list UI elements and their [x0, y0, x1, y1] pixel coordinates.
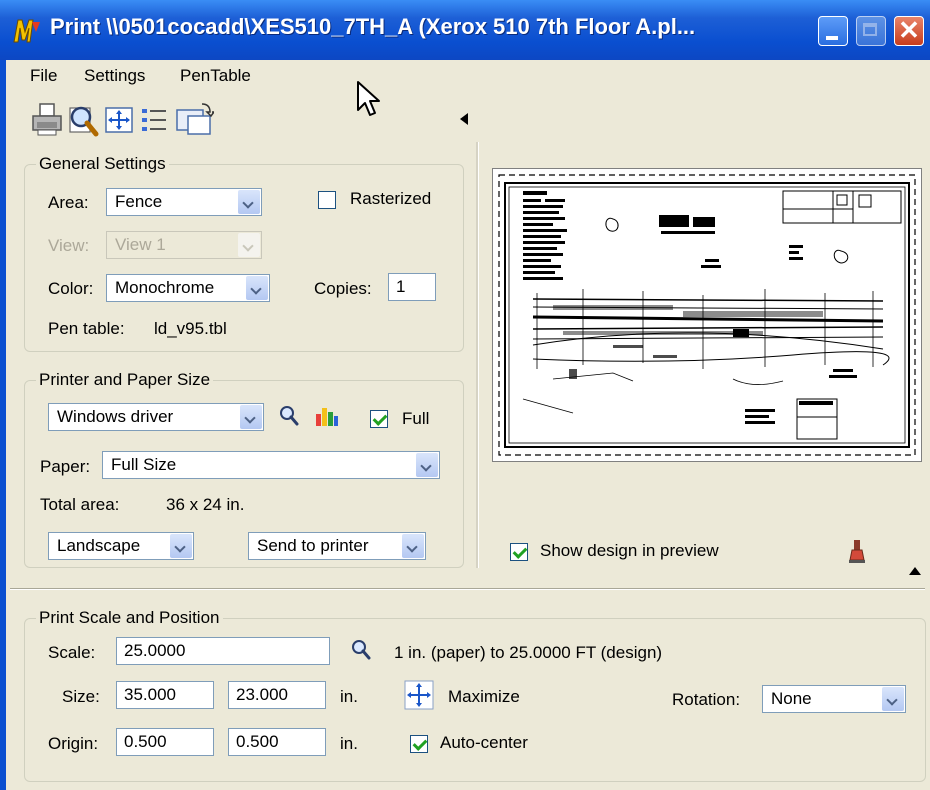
panel-splitter[interactable]: [476, 142, 479, 568]
pen-table-value: ld_v95.tbl: [154, 319, 227, 338]
chevron-down-icon[interactable]: [170, 534, 192, 558]
menu-pentable[interactable]: PenTable: [180, 66, 251, 86]
autocenter-label: Auto-center: [440, 733, 528, 752]
chevron-down-icon[interactable]: [416, 453, 438, 477]
orientation-value: Landscape: [57, 536, 141, 555]
rasterized-label: Rasterized: [350, 189, 432, 208]
printer-properties-icon[interactable]: [314, 404, 340, 428]
area-select-value: Fence: [115, 192, 163, 211]
pen-marker-icon[interactable]: [846, 538, 868, 564]
rotation-select[interactable]: None: [762, 685, 906, 713]
maximize-icon[interactable]: [404, 680, 434, 710]
chevron-down-icon[interactable]: [402, 534, 424, 558]
copies-label: Copies:: [314, 279, 372, 298]
origin-label: Origin:: [48, 734, 99, 753]
size-units: in.: [340, 687, 358, 706]
collapse-left-icon[interactable]: [458, 112, 470, 126]
print-preview[interactable]: [492, 168, 922, 462]
paper-select-value: Full Size: [111, 455, 177, 474]
maximize-button[interactable]: [856, 16, 886, 46]
view-select-value: View 1: [115, 235, 166, 254]
show-design-checkbox[interactable]: [510, 543, 528, 561]
chevron-down-icon[interactable]: [238, 190, 260, 214]
origin-x-input[interactable]: 0.500: [116, 728, 214, 756]
maximize-label[interactable]: Maximize: [448, 687, 520, 707]
printer-search-icon[interactable]: [278, 404, 300, 428]
rotation-label: Rotation:: [672, 690, 741, 709]
scale-magnifier-icon[interactable]: [350, 638, 372, 662]
output-value: Send to printer: [257, 536, 369, 555]
origin-y-input[interactable]: 0.500: [228, 728, 326, 756]
color-select[interactable]: Monochrome: [106, 274, 270, 302]
area-label: Area:: [48, 193, 89, 212]
output-select[interactable]: Send to printer: [248, 532, 426, 560]
window-border: [0, 60, 6, 790]
microstation-app-icon: [13, 19, 40, 43]
printer-driver-value: Windows driver: [57, 407, 174, 426]
paper-label: Paper:: [40, 457, 91, 476]
autocenter-checkbox[interactable]: [410, 735, 428, 753]
rotation-value: None: [771, 689, 812, 708]
scale-label: Scale:: [48, 643, 96, 662]
minimize-button[interactable]: [818, 16, 848, 46]
origin-x-value: 0.500: [124, 732, 167, 751]
close-button[interactable]: ✕: [894, 15, 924, 46]
copies-input[interactable]: 1: [388, 273, 436, 301]
general-settings-title: General Settings: [36, 154, 169, 174]
scale-value: 25.0000: [124, 641, 186, 660]
close-icon: ✕: [898, 15, 920, 45]
chevron-down-icon[interactable]: [240, 405, 262, 429]
orientation-select[interactable]: Landscape: [48, 532, 194, 560]
area-select[interactable]: Fence: [106, 188, 262, 216]
menu-file[interactable]: File: [30, 66, 57, 86]
total-area-label: Total area:: [40, 495, 120, 514]
preview-magnifier-icon[interactable]: [66, 100, 100, 138]
maximize-crosshair-icon[interactable]: [102, 100, 136, 138]
list-properties-icon[interactable]: [138, 100, 172, 138]
printer-driver-select[interactable]: Windows driver: [48, 403, 264, 431]
horizontal-splitter[interactable]: [10, 588, 925, 590]
view-label: View:: [48, 236, 90, 255]
scale-input[interactable]: 25.0000: [116, 637, 330, 665]
pen-table-label: Pen table:: [48, 319, 125, 338]
size-y-value: 23.000: [236, 685, 288, 704]
show-design-label: Show design in preview: [540, 541, 719, 560]
printer-paper-title: Printer and Paper Size: [36, 370, 214, 390]
menu-settings[interactable]: Settings: [84, 66, 145, 86]
size-x-input[interactable]: 35.000: [116, 681, 214, 709]
full-checkbox[interactable]: [370, 410, 388, 428]
paper-layout-icon[interactable]: [174, 100, 214, 138]
rasterized-checkbox[interactable]: [318, 191, 336, 209]
total-area-value: 36 x 24 in.: [166, 495, 245, 514]
full-label: Full: [402, 409, 430, 428]
size-label: Size:: [62, 687, 100, 706]
size-x-value: 35.000: [124, 685, 176, 704]
mouse-cursor-icon: [357, 81, 380, 116]
paper-select[interactable]: Full Size: [102, 451, 440, 479]
printer-icon[interactable]: [30, 100, 64, 138]
window-title: Print \\0501cocadd\XES510_7TH_A (Xerox 5…: [50, 14, 696, 39]
drawing-preview-image: [498, 174, 916, 456]
view-select[interactable]: View 1: [106, 231, 262, 259]
origin-y-value: 0.500: [236, 732, 279, 751]
print-dialog: Print \\0501cocadd\XES510_7TH_A (Xerox 5…: [0, 0, 930, 790]
color-select-value: Monochrome: [115, 278, 215, 297]
scale-description: 1 in. (paper) to 25.0000 FT (design): [394, 643, 663, 662]
chevron-down-icon[interactable]: [238, 233, 260, 257]
size-y-input[interactable]: 23.000: [228, 681, 326, 709]
color-label: Color:: [48, 279, 94, 298]
copies-value: 1: [396, 277, 406, 296]
scale-position-title: Print Scale and Position: [36, 608, 223, 628]
origin-units: in.: [340, 734, 358, 753]
title-bar[interactable]: Print \\0501cocadd\XES510_7TH_A (Xerox 5…: [0, 0, 930, 60]
collapse-up-icon[interactable]: [908, 566, 922, 576]
chevron-down-icon[interactable]: [246, 276, 268, 300]
chevron-down-icon[interactable]: [882, 687, 904, 711]
